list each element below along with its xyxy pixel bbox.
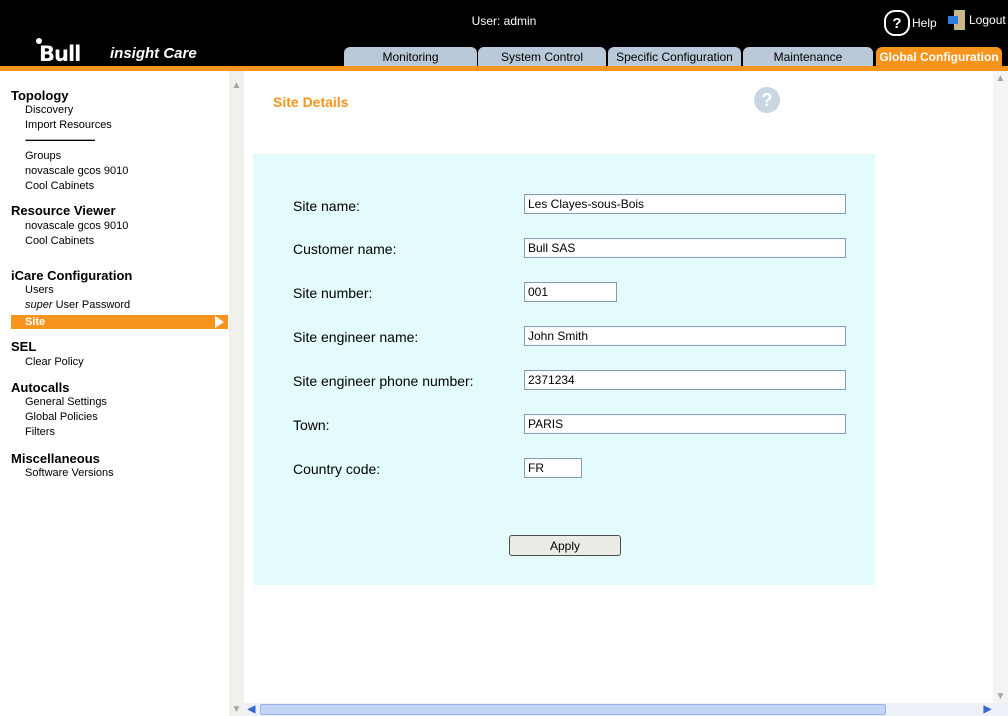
- town-input[interactable]: [524, 414, 846, 434]
- site-engineer-phone-label: Site engineer phone number:: [293, 373, 474, 389]
- nav-item-software-versions[interactable]: Software Versions: [25, 467, 114, 479]
- main-scroll-down-icon[interactable]: ▼: [993, 690, 1008, 703]
- product-name: insight Care: [110, 45, 197, 62]
- tab-maintenance[interactable]: Maintenance: [743, 47, 873, 66]
- top-header: Bull insight Care User: admin ? Help Log…: [0, 0, 1008, 66]
- nav-accent-line: [0, 66, 244, 71]
- page-help-icon[interactable]: ?: [754, 87, 780, 113]
- nav-item-rv-cool-cabinets[interactable]: Cool Cabinets: [25, 235, 94, 247]
- nav-item-super-user-password[interactable]: super User Password: [25, 299, 130, 311]
- site-name-input[interactable]: [524, 194, 846, 214]
- site-engineer-name-label: Site engineer name:: [293, 329, 419, 345]
- site-engineer-name-input[interactable]: [524, 326, 846, 346]
- help-icon: ?: [884, 10, 910, 36]
- nav-section-resource-viewer[interactable]: Resource Viewer: [11, 203, 116, 218]
- nav-separator: --------------------------: [25, 134, 95, 146]
- horizontal-scroll-thumb[interactable]: [260, 704, 886, 715]
- nav-section-sel[interactable]: SEL: [11, 339, 36, 354]
- nav-section-icare-configuration[interactable]: iCare Configuration: [11, 268, 132, 283]
- help-link[interactable]: ? Help: [884, 10, 937, 36]
- tab-monitoring[interactable]: Monitoring: [344, 47, 477, 66]
- tab-specific-configuration[interactable]: Specific Configuration: [608, 47, 741, 66]
- logout-link[interactable]: Logout: [948, 10, 1006, 30]
- country-code-label: Country code:: [293, 461, 381, 477]
- logout-icon: [948, 10, 966, 30]
- site-engineer-phone-input[interactable]: [524, 370, 846, 390]
- nav-item-site-label: Site: [25, 316, 46, 328]
- nav-item-general-settings[interactable]: General Settings: [25, 396, 107, 408]
- active-arrow-icon: [215, 316, 224, 328]
- nav-item-import-resources[interactable]: Import Resources: [25, 119, 112, 131]
- scroll-right-icon[interactable]: ▶: [980, 703, 995, 716]
- apply-button[interactable]: Apply: [509, 535, 621, 556]
- page-title: Site Details: [273, 94, 349, 110]
- town-label: Town:: [293, 417, 330, 433]
- site-name-label: Site name:: [293, 198, 360, 214]
- nav-item-site[interactable]: Site: [11, 315, 228, 329]
- nav-item-global-policies[interactable]: Global Policies: [25, 411, 98, 423]
- scroll-left-icon[interactable]: ◀: [244, 703, 259, 716]
- site-number-label: Site number:: [293, 285, 373, 301]
- nav-item-novascale-gcos[interactable]: novascale gcos 9010: [25, 165, 128, 177]
- nav-scrollbar[interactable]: [229, 71, 244, 716]
- nav-scroll-up-icon[interactable]: ▲: [229, 78, 244, 93]
- tab-global-configuration[interactable]: Global Configuration: [876, 47, 1002, 66]
- main-scroll-up-icon[interactable]: ▲: [993, 71, 1008, 86]
- main-vertical-scrollbar[interactable]: [993, 71, 1008, 703]
- customer-name-label: Customer name:: [293, 241, 397, 257]
- nav-scroll-down-icon[interactable]: ▼: [229, 704, 244, 716]
- nav-section-miscellaneous[interactable]: Miscellaneous: [11, 451, 100, 466]
- logo-text: Bull: [39, 42, 81, 66]
- tab-system-control[interactable]: System Control: [478, 47, 606, 66]
- nav-item-groups[interactable]: Groups: [25, 150, 61, 162]
- nav-item-rv-novascale-gcos[interactable]: novascale gcos 9010: [25, 220, 128, 232]
- bull-logo-mark: Bull: [34, 38, 91, 66]
- logout-label: Logout: [969, 13, 1006, 27]
- main-accent-line: [244, 66, 1008, 71]
- country-code-input[interactable]: [524, 458, 582, 478]
- nav-item-discovery[interactable]: Discovery: [25, 104, 73, 116]
- site-number-input[interactable]: [524, 282, 617, 302]
- nav-section-autocalls[interactable]: Autocalls: [11, 380, 70, 395]
- nav-item-cool-cabinets[interactable]: Cool Cabinets: [25, 180, 94, 192]
- nav-item-label: User Password: [55, 299, 131, 311]
- user-label: User: admin: [471, 14, 537, 28]
- customer-name-input[interactable]: [524, 238, 846, 258]
- nav-item-users[interactable]: Users: [25, 284, 54, 296]
- super-prefix: super: [25, 299, 53, 311]
- nav-section-topology[interactable]: Topology: [11, 88, 69, 103]
- nav-item-clear-policy[interactable]: Clear Policy: [25, 356, 84, 368]
- help-label: Help: [912, 16, 937, 30]
- nav-item-filters[interactable]: Filters: [25, 426, 55, 438]
